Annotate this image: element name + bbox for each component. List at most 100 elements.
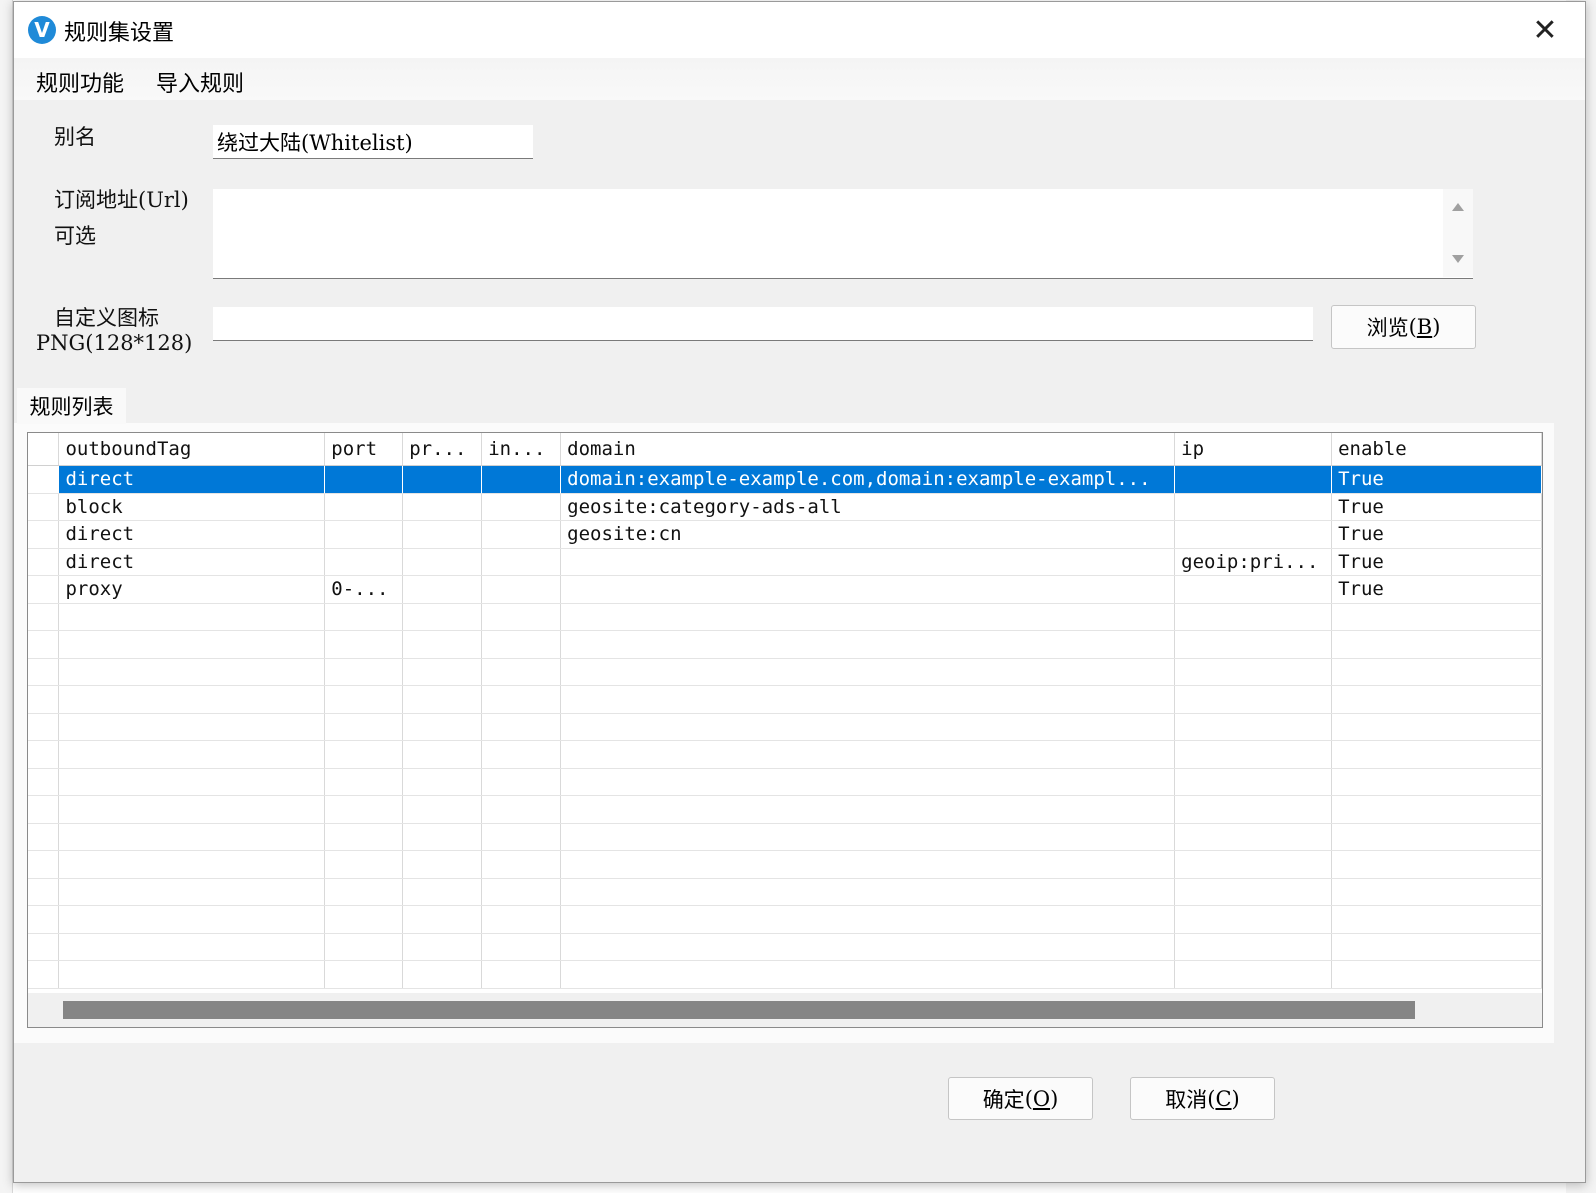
column-header[interactable]: port [324,433,404,466]
table-cell[interactable] [402,575,483,604]
table-cell[interactable] [481,575,562,604]
table-cell[interactable]: block [58,493,326,521]
table-cell[interactable] [402,520,483,549]
table-row[interactable]: direct geoip:pri... True [28,548,1542,576]
table-cell[interactable] [402,465,483,494]
scroll-up-icon[interactable] [1452,203,1464,211]
url-label: 订阅地址(Url) [54,188,189,212]
empty-cell [28,658,60,686]
url-scrollbar[interactable] [1443,189,1473,277]
ok-button-label: 确定 [982,1087,1025,1112]
empty-cell [58,603,326,631]
table-cell[interactable] [324,493,404,521]
rules-grid: outboundTag port pr... in... domain ip enable … [28,433,1542,989]
rules-table[interactable]: outboundTag port pr... in... domain ip enable … [27,432,1543,1028]
empty-cell [1174,713,1333,741]
table-cell[interactable] [481,548,562,576]
row-header[interactable] [28,465,60,494]
tab-rule-list[interactable]: 规则列表 [17,388,126,424]
custom-icon-path-input[interactable] [213,307,1313,341]
scroll-down-icon[interactable] [1452,255,1464,263]
empty-cell [324,933,404,961]
table-cell[interactable] [324,520,404,549]
empty-cell [1331,850,1542,879]
menu-rule-functions[interactable]: 规则功能 [36,66,124,98]
empty-cell [28,685,60,714]
empty-cell [1174,768,1333,796]
subscription-url-textarea[interactable] [213,189,1473,279]
window-title: 规则集设置 [64,21,175,46]
table-row[interactable]: block geosite:category-ads-all True [28,493,1542,521]
table-row[interactable]: direct geosite:cn True [28,520,1542,549]
table-cell[interactable]: True [1331,493,1542,521]
table-cell[interactable] [324,465,404,494]
table-cell[interactable]: domain:example-example.com,domain:exampl… [560,465,1176,494]
column-header[interactable]: pr... [402,433,483,466]
empty-cell [481,768,562,796]
close-icon[interactable]: ✕ [1525,10,1565,50]
table-cell[interactable] [481,465,562,494]
empty-cell [1331,740,1542,769]
table-cell[interactable] [1174,520,1333,549]
table-cell[interactable]: True [1331,575,1542,604]
scrollbar-thumb[interactable] [63,1001,1415,1019]
empty-cell [560,823,1176,851]
row-header[interactable] [28,520,60,549]
table-cell[interactable]: geosite:category-ads-all [560,493,1176,521]
table-cell[interactable] [1174,465,1333,494]
table-cell[interactable] [560,548,1176,576]
table-cell[interactable] [481,520,562,549]
browse-button[interactable]: 浏览(B) [1331,305,1476,349]
table-cell[interactable]: True [1331,465,1542,494]
alias-input[interactable] [213,125,533,159]
empty-cell [1331,905,1542,934]
table-cell[interactable]: direct [58,465,326,494]
empty-cell [402,768,483,796]
table-cell[interactable] [560,575,1176,604]
cancel-button-label: 取消 [1165,1087,1208,1112]
table-header-row: outboundTag port pr... in... domain ip enable [28,433,1542,466]
empty-cell [1331,933,1542,961]
table-cell[interactable]: True [1331,548,1542,576]
empty-cell [481,630,562,659]
empty-cell [58,740,326,769]
table-cell[interactable] [402,548,483,576]
table-cell[interactable]: geosite:cn [560,520,1176,549]
row-header[interactable] [28,575,60,604]
empty-cell [1174,740,1333,769]
table-cell[interactable] [402,493,483,521]
table-row[interactable]: proxy 0-... True [28,575,1542,604]
empty-row [28,603,1542,631]
table-cell[interactable] [1174,493,1333,521]
table-cell[interactable]: True [1331,520,1542,549]
column-header[interactable]: in... [481,433,562,466]
column-header[interactable]: outboundTag [58,433,326,466]
cancel-button[interactable]: 取消(C) [1130,1077,1275,1120]
table-cell[interactable] [1174,575,1333,604]
column-header[interactable]: enable [1331,433,1542,466]
table-cell[interactable]: proxy [58,575,326,604]
column-header[interactable]: ip [1174,433,1333,466]
horizontal-scrollbar[interactable] [28,993,1542,1027]
table-cell[interactable]: direct [58,548,326,576]
empty-cell [58,685,326,714]
ok-mnemonic: O [1032,1086,1051,1111]
empty-cell [481,823,562,851]
row-header[interactable] [28,548,60,576]
browse-mnemonic: B [1416,315,1433,339]
table-cell[interactable]: 0-... [324,575,404,604]
column-header[interactable]: domain [560,433,1176,466]
table-row[interactable]: direct domain:example-example.com,domain:… [28,465,1542,494]
table-cell[interactable] [481,493,562,521]
empty-cell [58,878,326,906]
empty-cell [58,823,326,851]
table-cell[interactable]: direct [58,520,326,549]
menu-import-rules[interactable]: 导入规则 [156,66,244,98]
empty-cell [58,768,326,796]
empty-cell [402,905,483,934]
table-cell[interactable]: geoip:pri... [1174,548,1333,576]
ok-button[interactable]: 确定(O) [948,1077,1093,1120]
row-header[interactable] [28,493,60,521]
table-cell[interactable] [324,548,404,576]
empty-cell [560,603,1176,631]
